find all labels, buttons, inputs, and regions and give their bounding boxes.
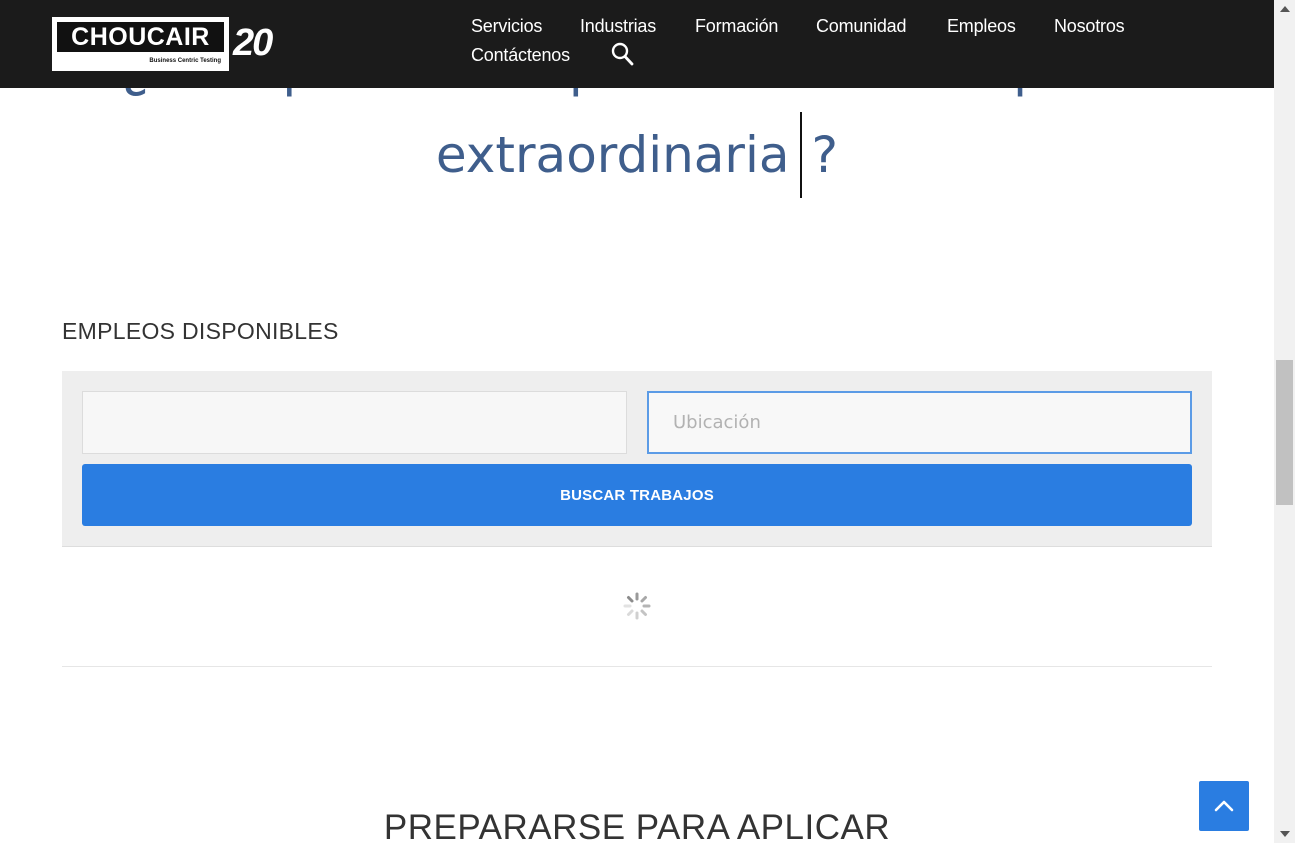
choucair-logo[interactable]: CHOUCAIR Business Centric Testing 20 — [52, 17, 300, 71]
nav-item-nosotros[interactable]: Nosotros — [1054, 12, 1125, 40]
scroll-up-arrow-icon[interactable] — [1280, 6, 1290, 12]
search-icon[interactable] — [610, 41, 636, 69]
keyword-input[interactable] — [82, 391, 627, 454]
hero-line-2: extraordinaria ? — [436, 112, 838, 198]
search-jobs-button[interactable]: BUSCAR TRABAJOS — [82, 464, 1192, 526]
logo-tagline: Business Centric Testing — [149, 58, 221, 64]
logo-brand: CHOUCAIR — [57, 22, 224, 52]
spinner-icon — [622, 591, 652, 621]
chevron-up-icon — [1214, 800, 1234, 812]
scroll-down-arrow-icon[interactable] — [1280, 831, 1290, 837]
nav-item-empleos[interactable]: Empleos — [947, 12, 1016, 40]
nav-item-comunidad[interactable]: Comunidad — [816, 12, 906, 40]
back-to-top-button[interactable] — [1199, 781, 1249, 831]
results-divider — [62, 666, 1212, 667]
site-header: CHOUCAIR Business Centric Testing 20 Ser… — [0, 0, 1274, 88]
prepare-section-title: PREPARARSE PARA APLICAR — [383, 808, 891, 843]
location-input[interactable] — [647, 391, 1192, 454]
nav-item-industrias[interactable]: Industrias — [580, 12, 656, 40]
job-search-panel: BUSCAR TRABAJOS — [62, 371, 1212, 547]
jobs-section-title: EMPLEOS DISPONIBLES — [62, 318, 339, 344]
nav-item-formacion[interactable]: Formación — [695, 12, 778, 40]
nav-item-servicios[interactable]: Servicios — [471, 12, 542, 40]
typing-caret — [799, 112, 802, 198]
hero-question-mark: ? — [811, 126, 839, 184]
nav-item-contactenos[interactable]: Contáctenos — [471, 41, 570, 69]
logo-box: CHOUCAIR Business Centric Testing — [52, 17, 229, 71]
page: ¿Listo para hacer parte de una compañía … — [0, 0, 1295, 843]
hero-typed-word: extraordinaria — [435, 126, 790, 184]
page-scrollbar[interactable] — [1274, 0, 1295, 843]
logo-anniversary: 20 — [233, 22, 273, 64]
scrollbar-thumb[interactable] — [1276, 360, 1293, 505]
